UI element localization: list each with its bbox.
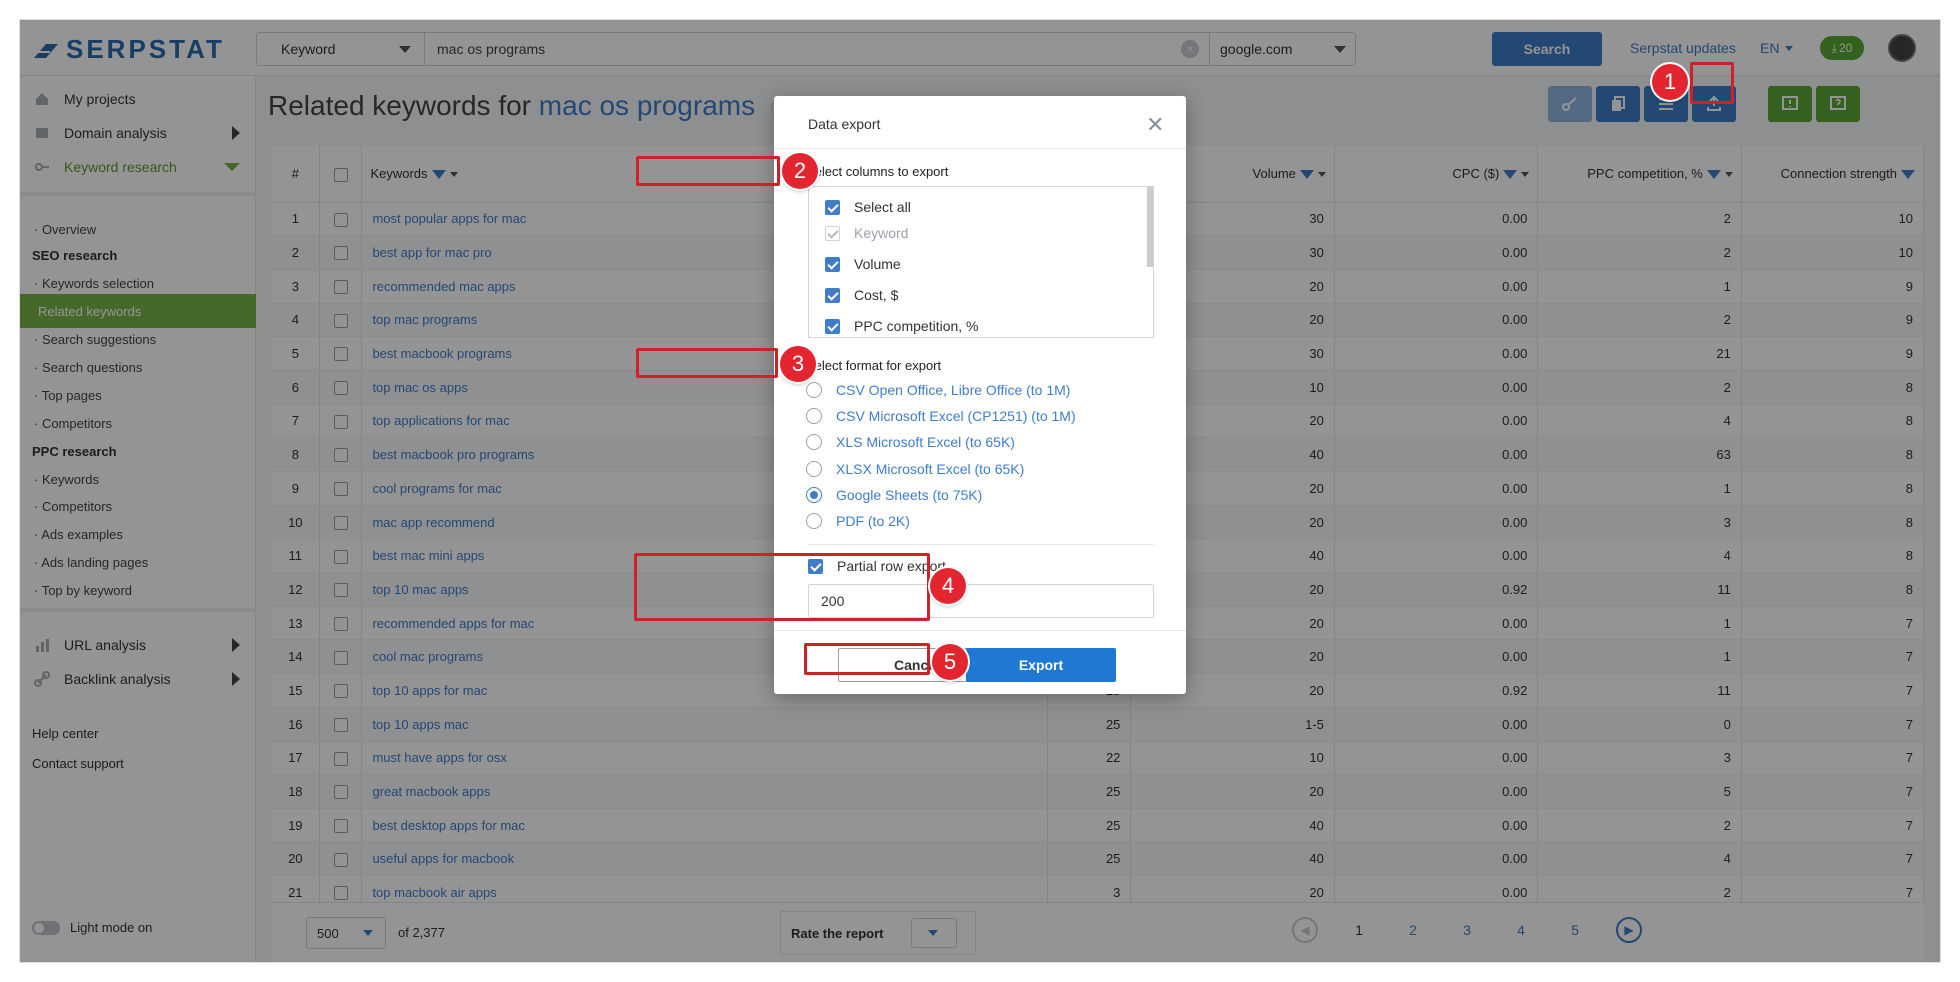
app-window: SERPSTAT Keyword mac os programs × googl… [20,20,1940,962]
format-option[interactable]: XLS Microsoft Excel (to 65K) [806,434,1015,451]
format-option-label: XLS Microsoft Excel (to 65K) [836,434,1015,451]
format-option[interactable]: CSV Open Office, Libre Office (to 1M) [806,382,1070,398]
step-marker-2: 2 [782,153,818,189]
radio-button[interactable] [806,486,822,503]
dialog-title: Data export [808,116,881,132]
scrollbar[interactable] [1147,187,1153,267]
columns-section-heading: Select columns to export [806,164,949,179]
column-option-ppc-competition[interactable]: PPC competition, % [825,318,979,334]
radio-button[interactable] [806,513,822,529]
format-option[interactable]: Google Sheets (to 75K) [806,486,983,503]
divider [808,544,1154,545]
column-option-select-all[interactable]: Select all [825,199,911,215]
format-section-heading: Select format for export [806,358,942,373]
column-option-label: Select all [854,199,911,215]
annotation-box-3 [636,348,778,378]
step-marker-4: 4 [930,568,966,604]
annotation-box-5 [804,643,930,675]
checkbox [825,225,840,241]
column-option-label: Keyword [854,225,909,241]
close-icon[interactable]: ✕ [1146,112,1164,138]
checkbox[interactable] [825,318,840,334]
annotation-box-2 [636,156,780,186]
column-option-label: Volume [854,256,901,272]
format-option[interactable]: XLSX Microsoft Excel (to 65K) [806,460,1025,477]
columns-list: Select all Keyword Volume Cost, $ PPC co… [808,186,1154,338]
annotation-box-4 [634,553,930,621]
format-option-label: XLSX Microsoft Excel (to 65K) [836,460,1025,477]
column-option-volume[interactable]: Volume [825,256,901,272]
radio-button[interactable] [806,460,822,477]
format-option[interactable]: CSV Microsoft Excel (CP1251) (to 1M) [806,408,1076,425]
export-confirm-button[interactable]: Export [966,648,1116,682]
step-marker-5: 5 [932,644,968,680]
checkbox[interactable] [825,256,840,272]
step-marker-1: 1 [1652,64,1688,100]
checkbox[interactable] [825,199,840,215]
format-option-label: CSV Open Office, Libre Office (to 1M) [836,382,1071,398]
column-option-label: PPC competition, % [854,318,979,334]
divider [774,630,1186,631]
radio-button[interactable] [806,382,822,398]
radio-button[interactable] [806,434,822,451]
format-option[interactable]: PDF (to 2K) [806,513,910,529]
annotation-box-1 [1690,62,1734,104]
checkbox[interactable] [825,287,840,303]
divider [774,148,1186,149]
format-option-label: PDF (to 2K) [836,513,910,529]
format-option-label: Google Sheets (to 75K) [836,486,983,503]
column-option-keyword: Keyword [825,225,908,241]
column-option-cost[interactable]: Cost, $ [825,287,898,303]
step-marker-3: 3 [780,346,816,382]
format-option-label: CSV Microsoft Excel (CP1251) (to 1M) [836,408,1076,425]
column-option-label: Cost, $ [854,287,899,303]
radio-button[interactable] [806,408,822,425]
